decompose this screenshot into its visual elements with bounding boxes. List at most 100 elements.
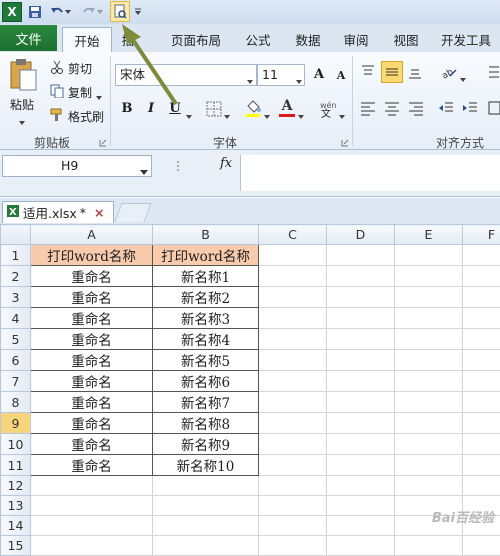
cell[interactable]: 新名称8 <box>153 413 259 434</box>
cell[interactable]: 重命名 <box>31 434 153 455</box>
cell[interactable] <box>259 536 327 556</box>
cell[interactable]: 重命名 <box>31 350 153 371</box>
excel-logo-icon[interactable]: X <box>2 2 22 22</box>
cell[interactable] <box>259 287 327 308</box>
cell[interactable] <box>327 287 395 308</box>
column-header[interactable]: F <box>463 225 500 245</box>
select-all-corner[interactable] <box>1 225 31 245</box>
tab-page-layout[interactable]: 页面布局 <box>164 27 228 51</box>
cell[interactable] <box>327 266 395 287</box>
paste-dropdown-icon[interactable] <box>19 114 27 128</box>
row-header[interactable]: 3 <box>1 287 31 308</box>
column-header[interactable]: E <box>395 225 463 245</box>
cell[interactable] <box>153 476 259 496</box>
column-header[interactable]: D <box>327 225 395 245</box>
name-box-dropdown-icon[interactable] <box>140 164 148 178</box>
cell[interactable]: 新名称4 <box>153 329 259 350</box>
row-header[interactable]: 6 <box>1 350 31 371</box>
undo-dropdown-icon[interactable] <box>64 3 72 21</box>
align-center-icon[interactable] <box>384 100 400 119</box>
tab-view[interactable]: 视图 <box>384 27 428 51</box>
name-box[interactable]: H9 <box>2 155 152 177</box>
cell[interactable] <box>259 434 327 455</box>
italic-button[interactable]: I <box>142 100 160 118</box>
cell[interactable]: 重命名 <box>31 413 153 434</box>
customize-qat-icon[interactable] <box>133 3 143 21</box>
spreadsheet-grid[interactable]: ABCDEF 1打印word名称打印word名称2重命名新名称13重命名新名称2… <box>0 224 500 530</box>
cell[interactable] <box>463 536 500 556</box>
font-color-dropdown-icon[interactable] <box>298 108 304 122</box>
column-header[interactable]: C <box>259 225 327 245</box>
clipboard-launcher-icon[interactable] <box>99 136 107 150</box>
align-right-icon[interactable] <box>408 100 424 119</box>
header-cell[interactable]: 打印word名称 <box>153 245 259 266</box>
tab-file[interactable]: 文件 <box>0 25 57 51</box>
tab-developer[interactable]: 开发工具 <box>434 27 498 51</box>
cell[interactable] <box>463 476 500 496</box>
phonetic-dropdown-icon[interactable] <box>339 108 345 122</box>
cell[interactable] <box>395 455 463 476</box>
column-header[interactable]: A <box>31 225 153 245</box>
cell[interactable] <box>327 516 395 536</box>
grow-font-button[interactable]: A <box>310 66 328 84</box>
cell[interactable] <box>259 329 327 350</box>
row-header[interactable]: 1 <box>1 245 31 266</box>
cell[interactable]: 新名称6 <box>153 371 259 392</box>
row-header[interactable]: 13 <box>1 496 31 516</box>
align-left-icon[interactable] <box>360 100 376 119</box>
underline-dropdown-icon[interactable] <box>186 108 192 122</box>
shrink-font-button[interactable]: A <box>332 67 350 85</box>
cell[interactable]: 重命名 <box>31 287 153 308</box>
font-launcher-icon[interactable] <box>341 136 349 150</box>
bold-button[interactable]: B <box>118 100 136 118</box>
cell[interactable]: 新名称2 <box>153 287 259 308</box>
cell[interactable]: 新名称1 <box>153 266 259 287</box>
cell[interactable] <box>463 308 500 329</box>
cell[interactable] <box>327 413 395 434</box>
workbook-tab[interactable]: X 适用.xlsx * × <box>2 201 114 223</box>
cell[interactable]: 重命名 <box>31 371 153 392</box>
cell[interactable] <box>327 536 395 556</box>
cell[interactable] <box>327 455 395 476</box>
row-header[interactable]: 10 <box>1 434 31 455</box>
cell[interactable] <box>463 266 500 287</box>
cell[interactable] <box>327 476 395 496</box>
copy-button[interactable]: 复制 <box>68 84 92 101</box>
tab-review[interactable]: 审阅 <box>336 27 376 51</box>
increase-indent-icon[interactable] <box>462 100 478 119</box>
paste-button[interactable]: 粘贴 <box>10 96 34 113</box>
cell[interactable] <box>395 266 463 287</box>
row-header[interactable]: 11 <box>1 455 31 476</box>
tab-formulas[interactable]: 公式 <box>236 27 280 51</box>
cell[interactable] <box>31 496 153 516</box>
row-header[interactable]: 15 <box>1 536 31 556</box>
font-name-field[interactable]: 宋体 <box>115 64 257 86</box>
cell[interactable]: 重命名 <box>31 266 153 287</box>
cell[interactable]: 重命名 <box>31 392 153 413</box>
cell[interactable] <box>463 413 500 434</box>
redo-dropdown-icon[interactable] <box>96 3 104 21</box>
print-preview-icon[interactable] <box>110 1 130 22</box>
font-color-button[interactable]: A <box>278 98 296 118</box>
decrease-indent-icon[interactable] <box>438 100 454 119</box>
row-header[interactable]: 12 <box>1 476 31 496</box>
row-header[interactable]: 14 <box>1 516 31 536</box>
cut-button[interactable]: 剪切 <box>68 60 92 77</box>
tab-insert[interactable]: 插 <box>116 27 140 51</box>
formula-input[interactable] <box>240 155 500 191</box>
cell[interactable] <box>259 392 327 413</box>
cell[interactable] <box>259 455 327 476</box>
cell[interactable] <box>259 308 327 329</box>
fill-color-dropdown-icon[interactable] <box>264 108 270 122</box>
cell[interactable] <box>327 245 395 266</box>
cell[interactable] <box>463 287 500 308</box>
cell[interactable]: 新名称3 <box>153 308 259 329</box>
row-header[interactable]: 9 <box>1 413 31 434</box>
font-size-dropdown-icon[interactable] <box>296 73 302 87</box>
cell[interactable] <box>327 329 395 350</box>
cell[interactable] <box>327 371 395 392</box>
copy-dropdown-icon[interactable] <box>96 89 102 103</box>
cell[interactable] <box>463 350 500 371</box>
cell[interactable] <box>327 350 395 371</box>
align-bottom-icon[interactable] <box>407 64 423 83</box>
